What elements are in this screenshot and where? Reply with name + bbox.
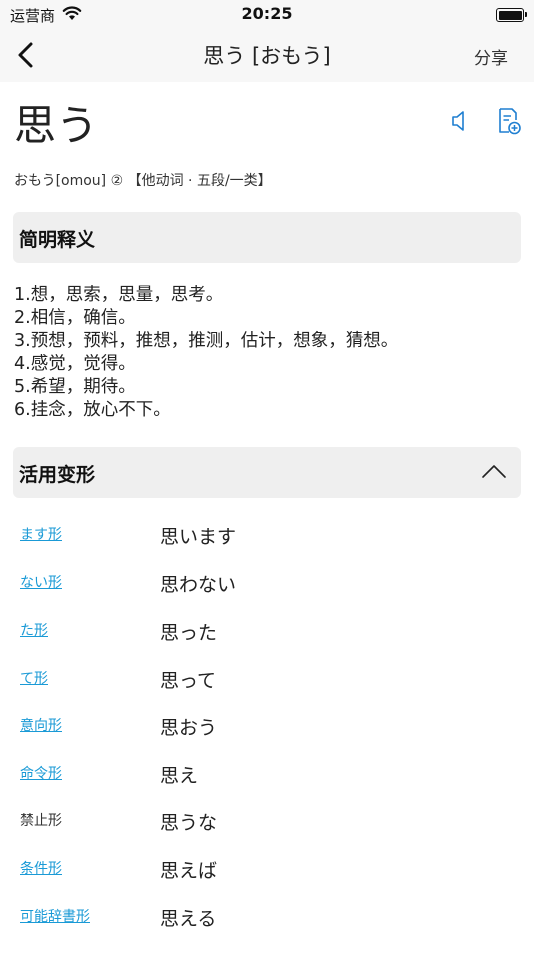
conjugation-row: 条件形 思えば (20, 858, 520, 905)
conjugation-value: 思おう (160, 717, 218, 739)
conjugation-row: ない形 思わない (20, 572, 520, 619)
conjugation-value: 思うな (160, 812, 218, 834)
definition-item: 6.挂念，放心不下。 (14, 400, 171, 420)
conjugation-form-label: 禁止形 (20, 813, 62, 829)
conjugation-row: 命令形 思え (20, 763, 520, 810)
brief-section-header: 简明释义 (13, 212, 521, 263)
reading-line: おもう[omou] ② 【他动词 · 五段/一类】 (14, 173, 272, 189)
brief-section-title: 简明释义 (19, 229, 96, 251)
definition-item: 2.相信，确信。 (14, 308, 136, 328)
conjugation-form-link[interactable]: ない形 (20, 572, 62, 592)
conjugation-form-link[interactable]: 命令形 (20, 763, 62, 783)
conjugation-row: 意向形 思おう (20, 715, 520, 762)
conjugation-form-link[interactable]: た形 (20, 620, 48, 640)
conjugation-row: ます形 思います (20, 524, 520, 571)
add-to-notebook-icon[interactable] (496, 106, 522, 136)
nav-bar: 思う [おもう] 分享 (0, 28, 534, 82)
conjugation-value: 思った (160, 622, 218, 644)
conjugation-form-link[interactable]: て形 (20, 668, 48, 688)
conjugation-value: 思え (160, 765, 199, 787)
headword: 思う (14, 101, 99, 150)
status-bar: 运营商 20:25 (0, 0, 534, 28)
page-title: 思う [おもう] (203, 44, 331, 68)
conjugation-form-link[interactable]: 可能辞書形 (20, 906, 90, 926)
conjugation-form-link[interactable]: ます形 (20, 524, 62, 544)
definition-list: 1.想，思索，思量，思考。 2.相信，确信。 3.预想，预料，推想，推测，估计，… (14, 284, 398, 422)
conjugation-row: た形 思った (20, 620, 520, 667)
chevron-up-icon[interactable] (481, 463, 507, 479)
definition-item: 3.预想，预料，推想，推测，估计，想象，猜想。 (14, 331, 399, 351)
definition-item: 4.感觉，觉得。 (14, 354, 136, 374)
conjugation-value: 思います (160, 526, 237, 548)
share-button[interactable]: 分享 (474, 44, 508, 69)
conjugation-row: 禁止形 思うな (20, 810, 520, 857)
status-time: 20:25 (241, 4, 293, 23)
conjugation-value: 思わない (160, 574, 237, 596)
definition-item: 5.希望，期待。 (14, 377, 136, 397)
battery-icon (496, 8, 527, 22)
definition-item: 1.想，思索，思量，思考。 (14, 285, 224, 305)
conjugation-form-link[interactable]: 条件形 (20, 858, 62, 878)
conjugation-row: て形 思って (20, 668, 520, 715)
conjugation-row: 可能辞書形 思える (20, 906, 520, 953)
conjugation-section-header[interactable]: 活用变形 (13, 447, 521, 498)
conjugation-value: 思えば (160, 860, 218, 882)
conjugation-value: 思って (160, 670, 217, 692)
conjugation-section-title: 活用变形 (19, 464, 96, 486)
conjugation-form-link[interactable]: 意向形 (20, 715, 62, 735)
speaker-icon[interactable] (450, 108, 472, 134)
conjugation-value: 思える (160, 908, 217, 930)
